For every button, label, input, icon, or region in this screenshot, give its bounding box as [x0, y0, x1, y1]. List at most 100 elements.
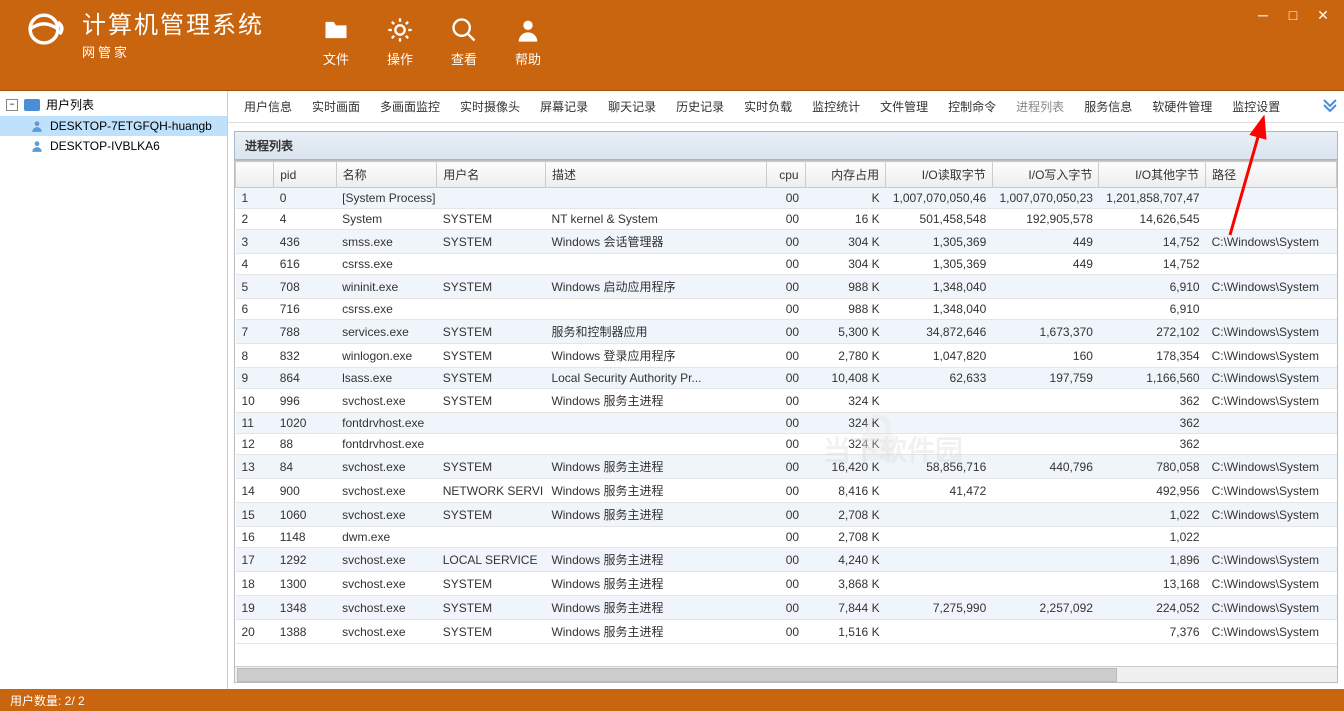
toolbar-action[interactable]: 操作 [386, 16, 414, 68]
cell: System [336, 209, 437, 230]
column-header-3[interactable]: 用户名 [437, 162, 546, 188]
cell: 00 [767, 209, 805, 230]
table-row[interactable]: 9864lsass.exeSYSTEMLocal Security Author… [236, 368, 1337, 389]
column-header-5[interactable]: cpu [767, 162, 805, 188]
table-row[interactable]: 10996svchost.exeSYSTEMWindows 服务主进程00324… [236, 389, 1337, 413]
tab-12[interactable]: 服务信息 [1074, 92, 1142, 121]
table-row[interactable]: 7788services.exeSYSTEM服务和控制器应用005,300 K3… [236, 320, 1337, 344]
column-header-4[interactable]: 描述 [545, 162, 766, 188]
tab-0[interactable]: 用户信息 [234, 92, 302, 121]
toolbar-help[interactable]: 帮助 [514, 16, 542, 68]
cell: 7,844 K [805, 596, 886, 620]
tree-root[interactable]: − 用户列表 [0, 93, 227, 116]
cell: C:\Windows\System [1206, 320, 1337, 344]
cell: 58,856,716 [886, 455, 993, 479]
table-scroll-area[interactable]: pid名称用户名描述cpu内存占用I/O读取字节I/O写入字节I/O其他字节路径… [235, 161, 1337, 666]
table-row[interactable]: 8832winlogon.exeSYSTEMWindows 登录应用程序002,… [236, 344, 1337, 368]
cell: 00 [767, 344, 805, 368]
cell: C:\Windows\System [1206, 479, 1337, 503]
tab-10[interactable]: 控制命令 [938, 92, 1006, 121]
cell [1206, 254, 1337, 275]
column-header-7[interactable]: I/O读取字节 [886, 162, 993, 188]
brand-name: 网管家 [82, 42, 264, 61]
cell: 708 [274, 275, 336, 299]
cell: 1,166,560 [1099, 368, 1206, 389]
column-header-0[interactable] [236, 162, 274, 188]
tab-2[interactable]: 多画面监控 [370, 92, 450, 121]
tab-14[interactable]: 监控设置 [1222, 92, 1290, 121]
table-row[interactable]: 161148dwm.exe002,708 K1,022 [236, 527, 1337, 548]
close-button[interactable]: ✕ [1308, 4, 1338, 26]
cell: Windows 服务主进程 [545, 503, 766, 527]
table-row[interactable]: 14900svchost.exeNETWORK SERVIWindows 服务主… [236, 479, 1337, 503]
table-row[interactable]: 151060svchost.exeSYSTEMWindows 服务主进程002,… [236, 503, 1337, 527]
cell: 304 K [805, 230, 886, 254]
cell: 6,910 [1099, 299, 1206, 320]
table-row[interactable]: 4616csrss.exe00304 K1,305,36944914,752 [236, 254, 1337, 275]
toolbar-file[interactable]: 文件 [322, 16, 350, 68]
table-row[interactable]: 6716csrss.exe00988 K1,348,0406,910 [236, 299, 1337, 320]
table-row[interactable]: 3436smss.exeSYSTEMWindows 会话管理器00304 K1,… [236, 230, 1337, 254]
column-header-8[interactable]: I/O写入字节 [992, 162, 1099, 188]
cell: 2,708 K [805, 503, 886, 527]
cell [1206, 413, 1337, 434]
tab-overflow-icon[interactable] [1322, 96, 1338, 112]
person-icon [514, 16, 542, 44]
cell [545, 527, 766, 548]
cell [886, 503, 993, 527]
column-header-6[interactable]: 内存占用 [805, 162, 886, 188]
table-row[interactable]: 171292svchost.exeLOCAL SERVICEWindows 服务… [236, 548, 1337, 572]
column-header-10[interactable]: 路径 [1206, 162, 1337, 188]
tab-3[interactable]: 实时摄像头 [450, 92, 530, 121]
maximize-button[interactable]: □ [1278, 4, 1308, 26]
cell: svchost.exe [336, 503, 437, 527]
cell: 服务和控制器应用 [545, 320, 766, 344]
sidebar-item-1[interactable]: DESKTOP-IVBLKA6 [0, 136, 227, 156]
cell: 1,896 [1099, 548, 1206, 572]
table-row[interactable]: 10[System Process]00K1,007,070,050,461,0… [236, 188, 1337, 209]
cell: 00 [767, 188, 805, 209]
tab-7[interactable]: 实时负载 [734, 92, 802, 121]
table-row[interactable]: 191348svchost.exeSYSTEMWindows 服务主进程007,… [236, 596, 1337, 620]
minimize-button[interactable]: ─ [1248, 4, 1278, 26]
cell: Windows 登录应用程序 [545, 344, 766, 368]
collapse-icon[interactable]: − [6, 99, 18, 111]
cell: SYSTEM [437, 596, 546, 620]
tab-bar: 用户信息实时画面多画面监控实时摄像头屏幕记录聊天记录历史记录实时负载监控统计文件… [228, 91, 1344, 123]
tab-11[interactable]: 进程列表 [1006, 92, 1074, 121]
table-row[interactable]: 24SystemSYSTEMNT kernel & System0016 K50… [236, 209, 1337, 230]
cell: 00 [767, 479, 805, 503]
table-row[interactable]: 111020fontdrvhost.exe00324 K362 [236, 413, 1337, 434]
cell [886, 527, 993, 548]
logo-area: 计算机管理系统 网管家 [0, 0, 282, 72]
tab-8[interactable]: 监控统计 [802, 92, 870, 121]
cell [992, 548, 1099, 572]
table-row[interactable]: 5708wininit.exeSYSTEMWindows 启动应用程序00988… [236, 275, 1337, 299]
table-row[interactable]: 181300svchost.exeSYSTEMWindows 服务主进程003,… [236, 572, 1337, 596]
cell: 2 [236, 209, 274, 230]
sidebar-item-0[interactable]: DESKTOP-7ETGFQH-huangb [0, 116, 227, 136]
table-row[interactable]: 201388svchost.exeSYSTEMWindows 服务主进程001,… [236, 620, 1337, 644]
table-row[interactable]: 1288fontdrvhost.exe00324 K362 [236, 434, 1337, 455]
cell: Windows 服务主进程 [545, 620, 766, 644]
tab-4[interactable]: 屏幕记录 [530, 92, 598, 121]
tab-13[interactable]: 软硬件管理 [1142, 92, 1222, 121]
cell: 440,796 [992, 455, 1099, 479]
column-header-2[interactable]: 名称 [336, 162, 437, 188]
cell: 3 [236, 230, 274, 254]
tab-6[interactable]: 历史记录 [666, 92, 734, 121]
cell: C:\Windows\System [1206, 596, 1337, 620]
cell: 988 K [805, 299, 886, 320]
table-row[interactable]: 1384svchost.exeSYSTEMWindows 服务主进程0016,4… [236, 455, 1337, 479]
horizontal-scrollbar[interactable] [235, 666, 1337, 682]
cell: 12 [236, 434, 274, 455]
tab-5[interactable]: 聊天记录 [598, 92, 666, 121]
tab-9[interactable]: 文件管理 [870, 92, 938, 121]
column-header-9[interactable]: I/O其他字节 [1099, 162, 1206, 188]
tab-1[interactable]: 实时画面 [302, 92, 370, 121]
cell: 192,905,578 [992, 209, 1099, 230]
toolbar-view[interactable]: 查看 [450, 16, 478, 68]
column-header-1[interactable]: pid [274, 162, 336, 188]
cell: Windows 会话管理器 [545, 230, 766, 254]
cell: 436 [274, 230, 336, 254]
